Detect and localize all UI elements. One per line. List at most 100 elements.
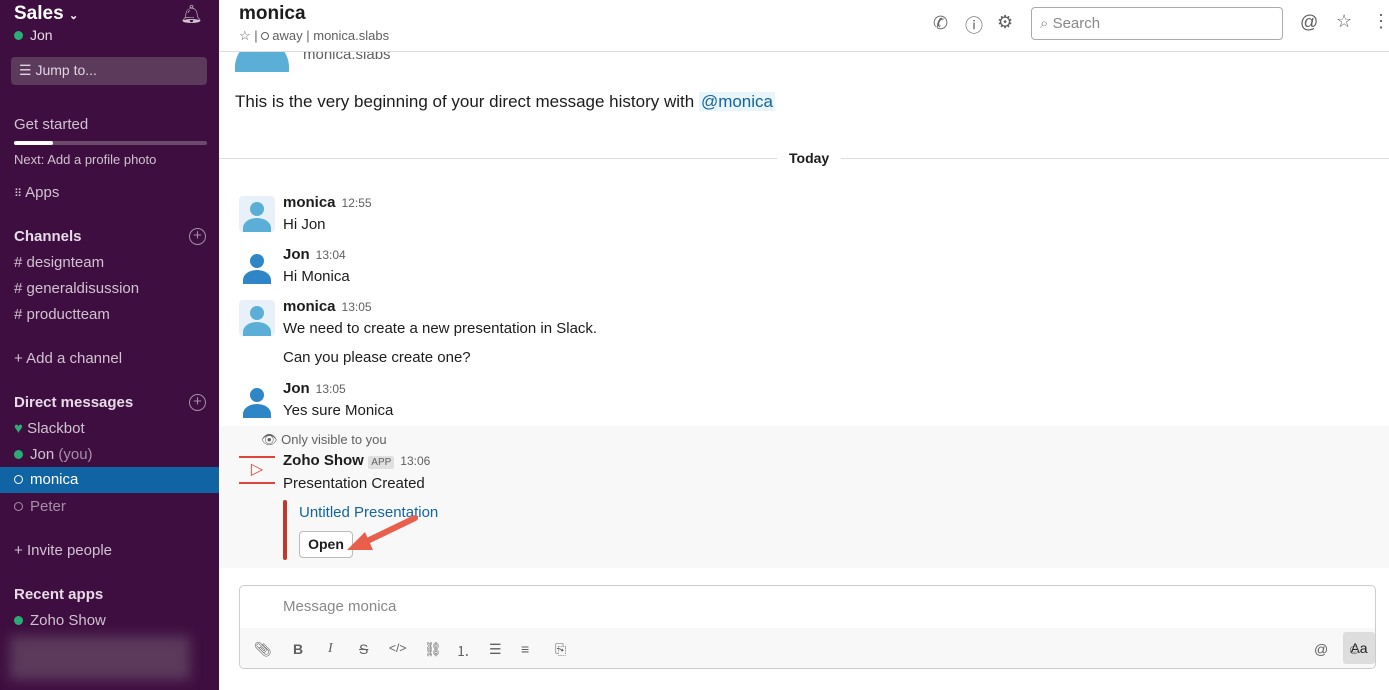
mention-icon[interactable]: @ [1314, 641, 1328, 657]
mentions-icon[interactable]: @ [1300, 12, 1318, 33]
sender-name[interactable]: monica [283, 298, 336, 315]
grid-icon: ⠿ [14, 188, 26, 200]
header-meta: ☆ | away | monica.slabs [239, 28, 390, 43]
sidebar: Sales ⌄ 🔔︎ Jon ☰ Jump to... Get started … [0, 0, 219, 690]
ordered-list-icon[interactable]: ⒈ [456, 641, 470, 661]
channel-item[interactable]: # generaldisussion [14, 280, 139, 297]
italic-icon[interactable]: I [328, 641, 333, 657]
heart-icon: ♥ [14, 420, 28, 437]
gear-icon[interactable]: ⚙︎ [997, 12, 1013, 33]
timestamp[interactable]: 13:05 [316, 382, 346, 396]
dm-peter[interactable]: Peter [14, 498, 66, 515]
add-channel-label: Add a channel [26, 350, 123, 367]
timestamp[interactable]: 13:06 [400, 454, 430, 468]
message-text: Hi Jon [283, 216, 326, 233]
channel-item[interactable]: # designteam [14, 254, 104, 271]
timestamp[interactable]: 13:05 [342, 300, 372, 314]
jump-icon: ☰ [19, 62, 36, 78]
add-channel-link[interactable]: + Add a channel [14, 350, 122, 367]
message-text: Yes sure Monica [283, 402, 394, 419]
conversation: monica.slabs This is the very beginning … [219, 0, 1389, 690]
link-icon[interactable]: ⛓︎ [424, 641, 442, 658]
recent-apps-heading: Recent apps [14, 586, 104, 603]
phone-icon[interactable]: ✆ [933, 13, 948, 34]
channel-header: monica ☆ | away | monica.slabs ✆ ⓘ ⚙︎ ⌕ … [219, 0, 1389, 52]
intro-label: This is the very beginning of your direc… [235, 92, 699, 111]
date-divider: Today [777, 150, 842, 166]
strikethrough-icon[interactable]: S [359, 641, 368, 657]
attachment-bar [283, 500, 287, 560]
zoho-show-icon[interactable]: ▷ [239, 456, 275, 484]
timestamp[interactable]: 13:04 [316, 248, 346, 262]
app-label: Zoho Show [30, 612, 106, 629]
channels-heading[interactable]: Channels [14, 228, 82, 245]
message-text: Can you please create one? [283, 349, 471, 366]
apps-link[interactable]: ⠿ Apps [14, 184, 59, 201]
user-name: Jon [30, 27, 53, 43]
add-channel-icon[interactable]: + [189, 228, 206, 245]
channel-item[interactable]: # productteam [14, 306, 110, 323]
dm-monica[interactable]: monica [0, 467, 219, 493]
attach-icon[interactable]: 📎︎ [254, 641, 272, 658]
get-started[interactable]: Get started [14, 116, 88, 133]
bold-icon[interactable]: B [293, 641, 303, 657]
message-text: Hi Monica [283, 268, 350, 285]
sender-name[interactable]: monica [283, 194, 336, 211]
presence-status: away [272, 28, 303, 43]
avatar[interactable] [239, 382, 275, 418]
starred-icon[interactable]: ☆ [1336, 11, 1352, 32]
star-icon[interactable]: ☆ [239, 28, 251, 43]
bell-icon[interactable]: 🔔︎ [180, 4, 203, 25]
sender-name[interactable]: Jon [283, 246, 310, 263]
app-name[interactable]: Zoho Show [283, 452, 364, 469]
quote-icon[interactable]: ≡ [521, 641, 529, 657]
invite-link[interactable]: + Invite people [14, 542, 112, 559]
dm-heading[interactable]: Direct messages [14, 394, 133, 411]
message-composer[interactable]: Message monica Aa [239, 585, 1376, 669]
dm-label: Slackbot [27, 420, 85, 437]
avatar[interactable] [239, 300, 275, 336]
message-input[interactable]: Message monica [283, 598, 396, 615]
channel-label: designteam [26, 254, 105, 271]
you-label: (you) [58, 446, 93, 463]
info-icon[interactable]: ⓘ [965, 12, 983, 38]
add-dm-icon[interactable]: + [189, 394, 206, 411]
message: monica 12:55 Hi Jon [283, 194, 372, 233]
message-text: We need to create a new presentation in … [283, 320, 598, 337]
more-icon[interactable]: ⋮ [1372, 11, 1389, 32]
dm-jon[interactable]: Jon (you) [14, 446, 93, 463]
blurred-area [10, 636, 190, 680]
ephemeral-note: 👁︎ Only visible to you [261, 432, 387, 448]
next-step[interactable]: Next: Add a profile photo [14, 152, 156, 167]
arrow-annotation [347, 515, 418, 550]
progress-fill [14, 141, 53, 145]
code-block-icon[interactable]: ⎘ [555, 641, 566, 658]
sender-name[interactable]: Jon [283, 380, 310, 397]
mention-link[interactable]: @monica [698, 92, 775, 111]
recent-app-item[interactable]: Zoho Show [14, 612, 106, 629]
team-label: Sales [14, 3, 64, 24]
code-icon[interactable]: </> [389, 641, 406, 655]
message: Jon 13:04 Hi Monica [283, 246, 350, 285]
jump-to-button[interactable]: ☰ Jump to... [11, 57, 207, 85]
emoji-icon[interactable]: ☺ [1347, 641, 1361, 657]
avatar[interactable] [239, 248, 275, 284]
conversation-title[interactable]: monica [239, 3, 306, 25]
avatar[interactable] [239, 196, 275, 232]
team-name[interactable]: Sales ⌄ [14, 3, 78, 25]
dm-slackbot[interactable]: ♥ Slackbot [14, 420, 85, 437]
intro-text: This is the very beginning of your direc… [235, 92, 775, 112]
eye-icon: 👁︎ [261, 432, 282, 447]
dm-label: Jon [30, 446, 55, 463]
dm-label: monica [30, 471, 79, 488]
format-toolbar: Aa [240, 628, 1375, 668]
timestamp[interactable]: 12:55 [342, 196, 372, 210]
search-input[interactable]: ⌕ Search [1031, 7, 1283, 40]
app-header: Zoho Show APP 13:06 Presentation Created [283, 452, 430, 492]
progress-bar [14, 141, 207, 145]
search-icon: ⌕ [1040, 15, 1053, 32]
app-badge: APP [368, 456, 395, 469]
current-user: Jon [14, 27, 53, 43]
app-message: 👁︎ Only visible to you ▷ Zoho Show APP 13… [219, 426, 1389, 568]
bullet-list-icon[interactable]: ☰ [489, 641, 502, 658]
